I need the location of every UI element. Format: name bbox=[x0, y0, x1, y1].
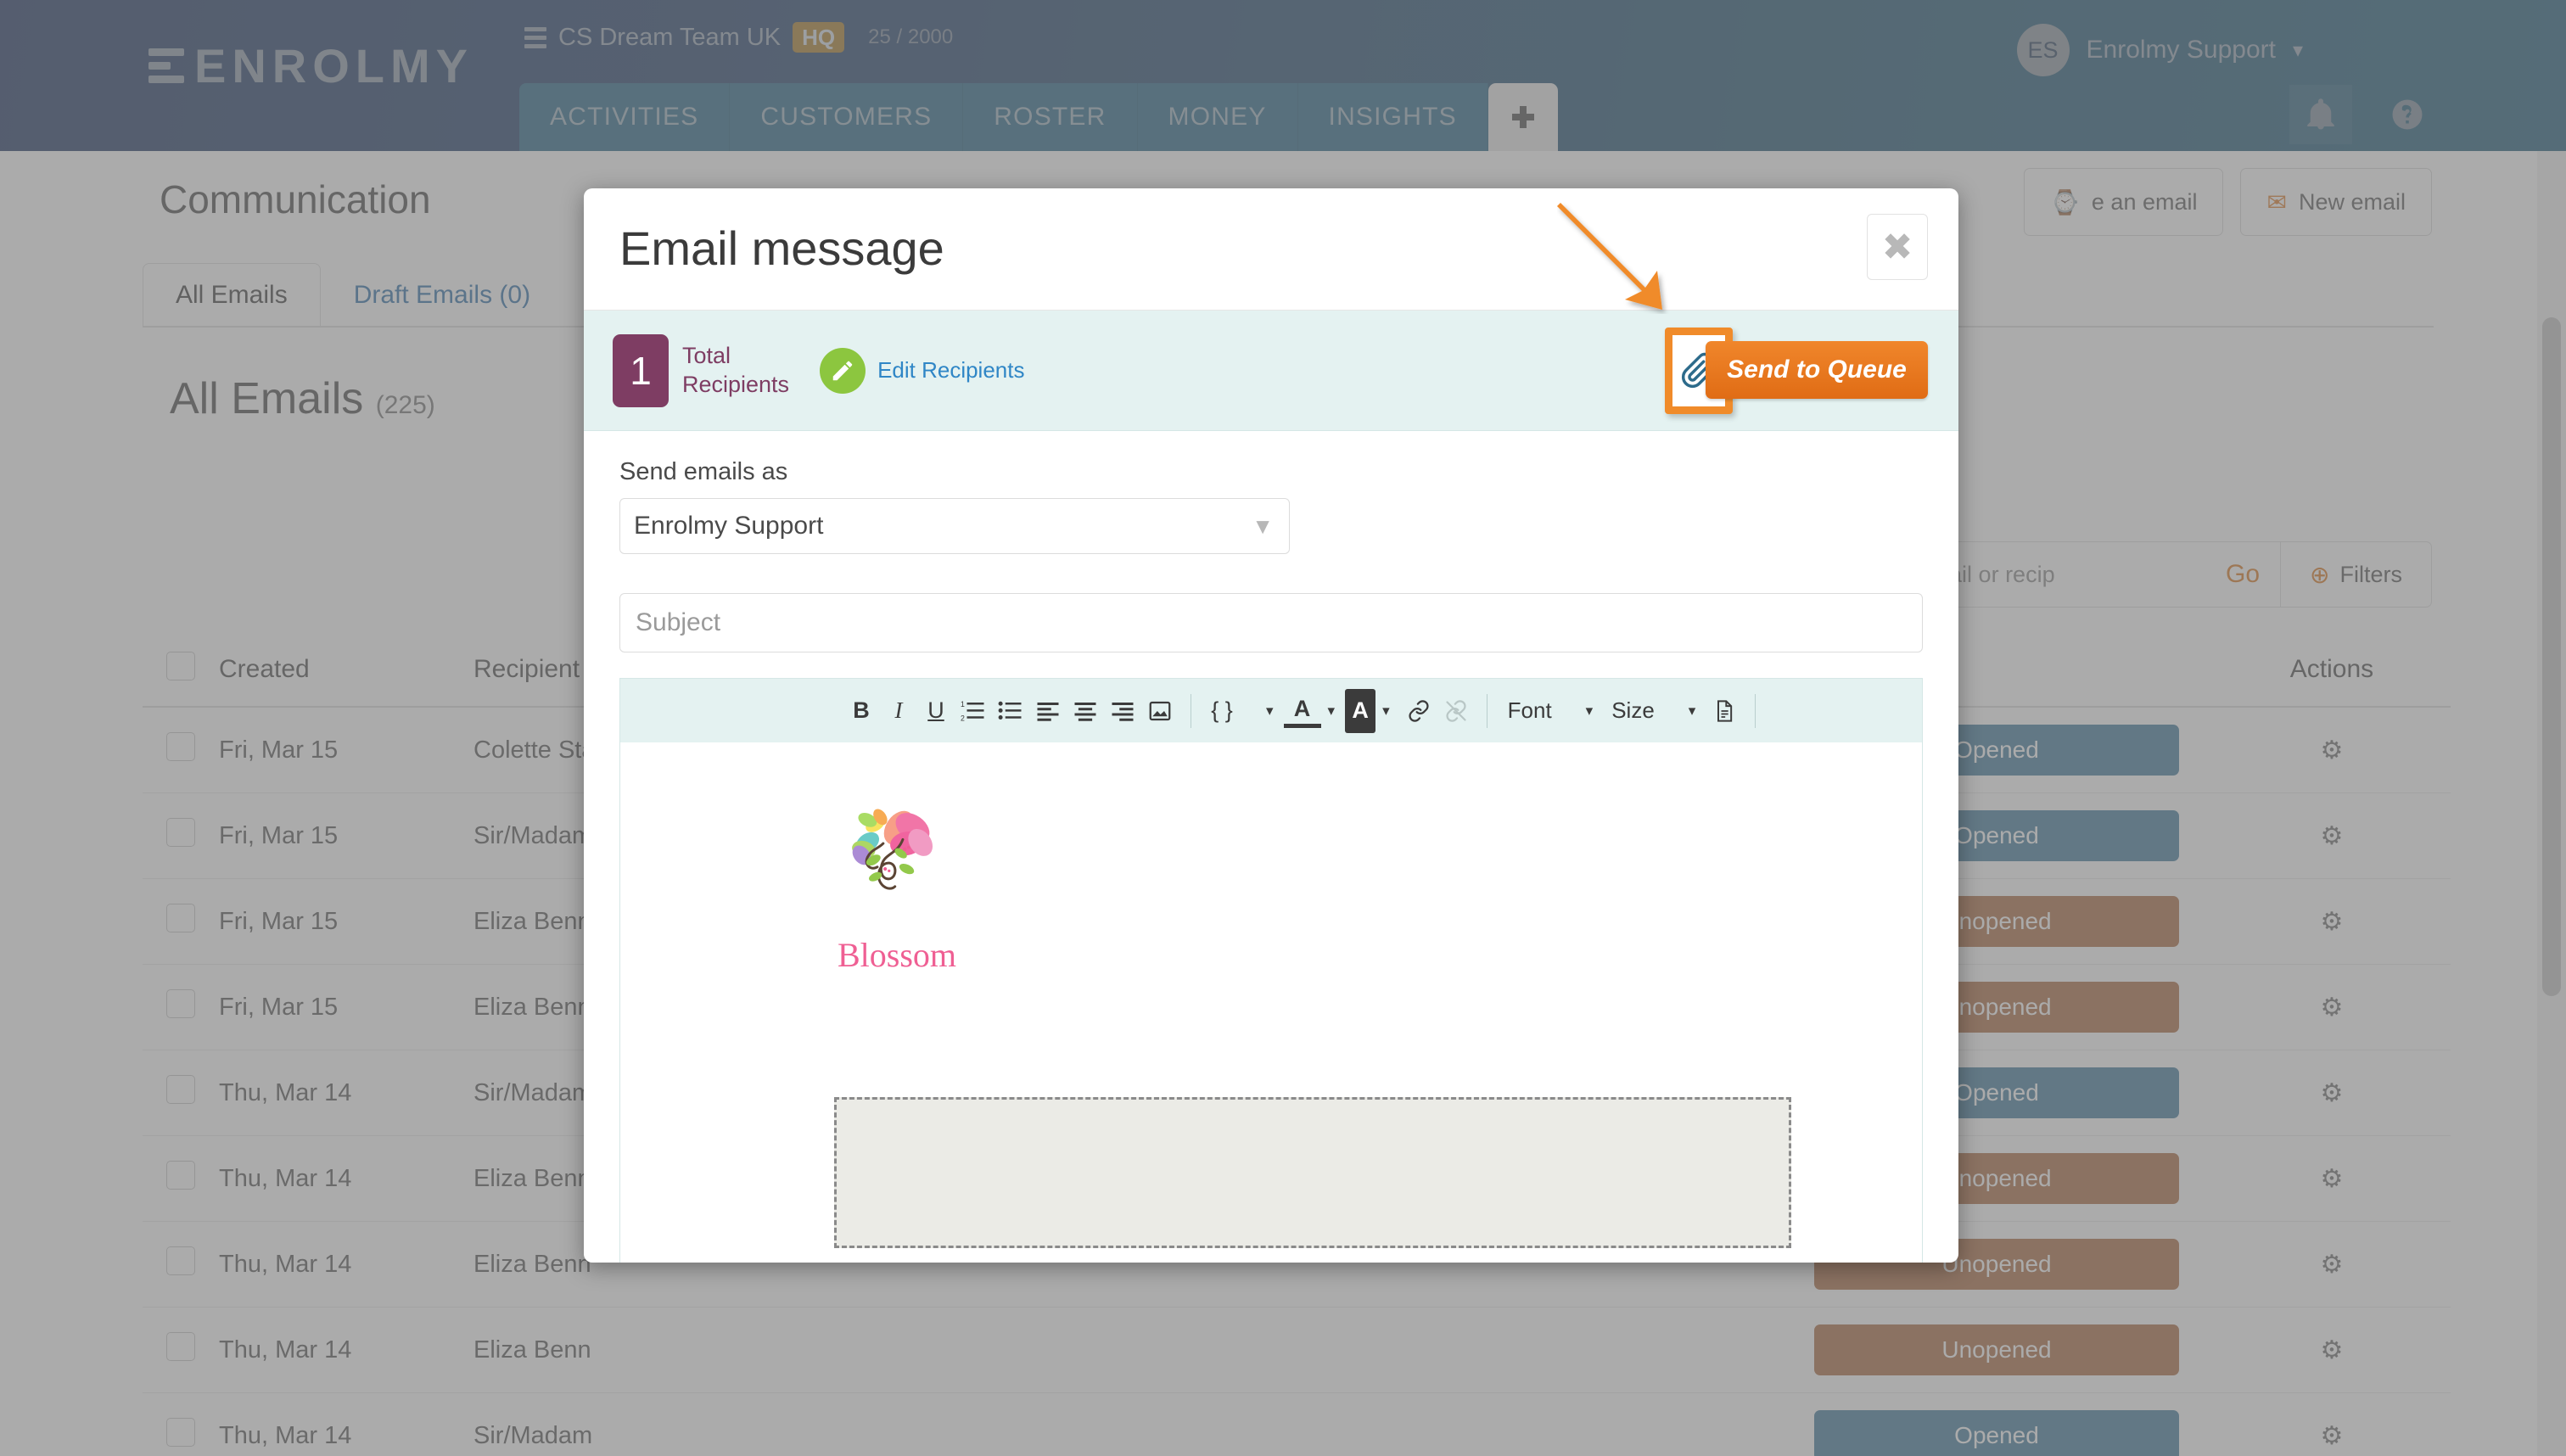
insert-image-icon[interactable] bbox=[1141, 689, 1179, 733]
signature-placeholder-block[interactable] bbox=[834, 1097, 1791, 1248]
font-size-caret-icon[interactable]: ▾ bbox=[1663, 703, 1706, 720]
modal-title: Email message bbox=[619, 221, 944, 275]
recipients-label-line2: Recipients bbox=[682, 371, 790, 397]
edit-recipients-button[interactable]: Edit Recipients bbox=[820, 347, 1025, 394]
modal-header: Email message ✖ bbox=[584, 188, 1958, 311]
blossom-caption: Blossom bbox=[838, 936, 957, 974]
blossom-logo-image: Blossom bbox=[838, 798, 956, 975]
underline-icon[interactable]: U bbox=[917, 689, 955, 733]
italic-icon[interactable]: I bbox=[880, 689, 917, 733]
font-family-dropdown[interactable]: Font bbox=[1499, 697, 1560, 724]
modal-body: Send emails as Enrolmy Support ▼ Subject… bbox=[584, 431, 1958, 1263]
recipients-count-badge: 1 bbox=[613, 333, 669, 407]
edit-recipients-label: Edit Recipients bbox=[877, 357, 1025, 383]
align-left-icon[interactable] bbox=[1029, 689, 1067, 733]
screen: ENROLMY CS Dream Team UK HQ 25 / 2000 AC… bbox=[0, 0, 2566, 1456]
editor-toolbar: B I U 1 2 {} ▾ A ▾ A ▾ Font ▾ Size ▾ bbox=[619, 678, 1923, 742]
font-size-dropdown[interactable]: Size bbox=[1603, 697, 1663, 724]
insert-link-icon[interactable] bbox=[1400, 689, 1437, 733]
unordered-list-icon[interactable] bbox=[992, 689, 1029, 733]
flower-icon bbox=[852, 809, 933, 890]
send-emails-as-label: Send emails as bbox=[619, 458, 788, 485]
modal-action-bar: 1 Total Recipients Edit Recipients Send … bbox=[584, 311, 1958, 431]
highlight-color-caret-icon[interactable]: ▾ bbox=[1375, 703, 1400, 720]
send-to-queue-button[interactable]: Send to Queue bbox=[1706, 341, 1928, 399]
ordered-list-icon[interactable]: 1 2 bbox=[955, 689, 992, 733]
highlight-color-icon[interactable]: A bbox=[1345, 688, 1376, 733]
recipients-label: Total Recipients bbox=[682, 342, 789, 400]
svg-text:2: 2 bbox=[961, 714, 965, 722]
font-color-icon[interactable]: A bbox=[1283, 694, 1321, 728]
bold-icon[interactable]: B bbox=[843, 689, 880, 733]
font-family-caret-icon[interactable]: ▾ bbox=[1560, 703, 1604, 720]
remove-link-icon[interactable] bbox=[1437, 689, 1475, 733]
merge-fields-caret-icon[interactable]: ▾ bbox=[1241, 703, 1284, 720]
recipients-label-line1: Total bbox=[682, 342, 731, 368]
email-body-editor[interactable]: Blossom bbox=[619, 742, 1923, 1263]
send-emails-as-value: Enrolmy Support bbox=[634, 512, 824, 540]
pencil-icon bbox=[820, 347, 866, 394]
toolbar-separator bbox=[1755, 693, 1756, 728]
email-message-modal: Email message ✖ 1 Total Recipients Edit … bbox=[584, 188, 1958, 1263]
send-emails-as-select[interactable]: Enrolmy Support ▼ bbox=[619, 498, 1290, 554]
template-document-icon[interactable] bbox=[1706, 689, 1743, 733]
merge-fields-icon[interactable]: { } bbox=[1203, 689, 1241, 733]
subject-input[interactable]: Subject bbox=[619, 593, 1923, 652]
font-color-caret-icon[interactable]: ▾ bbox=[1321, 703, 1346, 720]
align-right-icon[interactable] bbox=[1104, 689, 1141, 733]
align-center-icon[interactable] bbox=[1067, 689, 1104, 733]
svg-text:1: 1 bbox=[961, 700, 965, 708]
close-icon[interactable]: ✖ bbox=[1867, 214, 1928, 280]
chevron-down-icon: ▼ bbox=[1252, 512, 1274, 539]
